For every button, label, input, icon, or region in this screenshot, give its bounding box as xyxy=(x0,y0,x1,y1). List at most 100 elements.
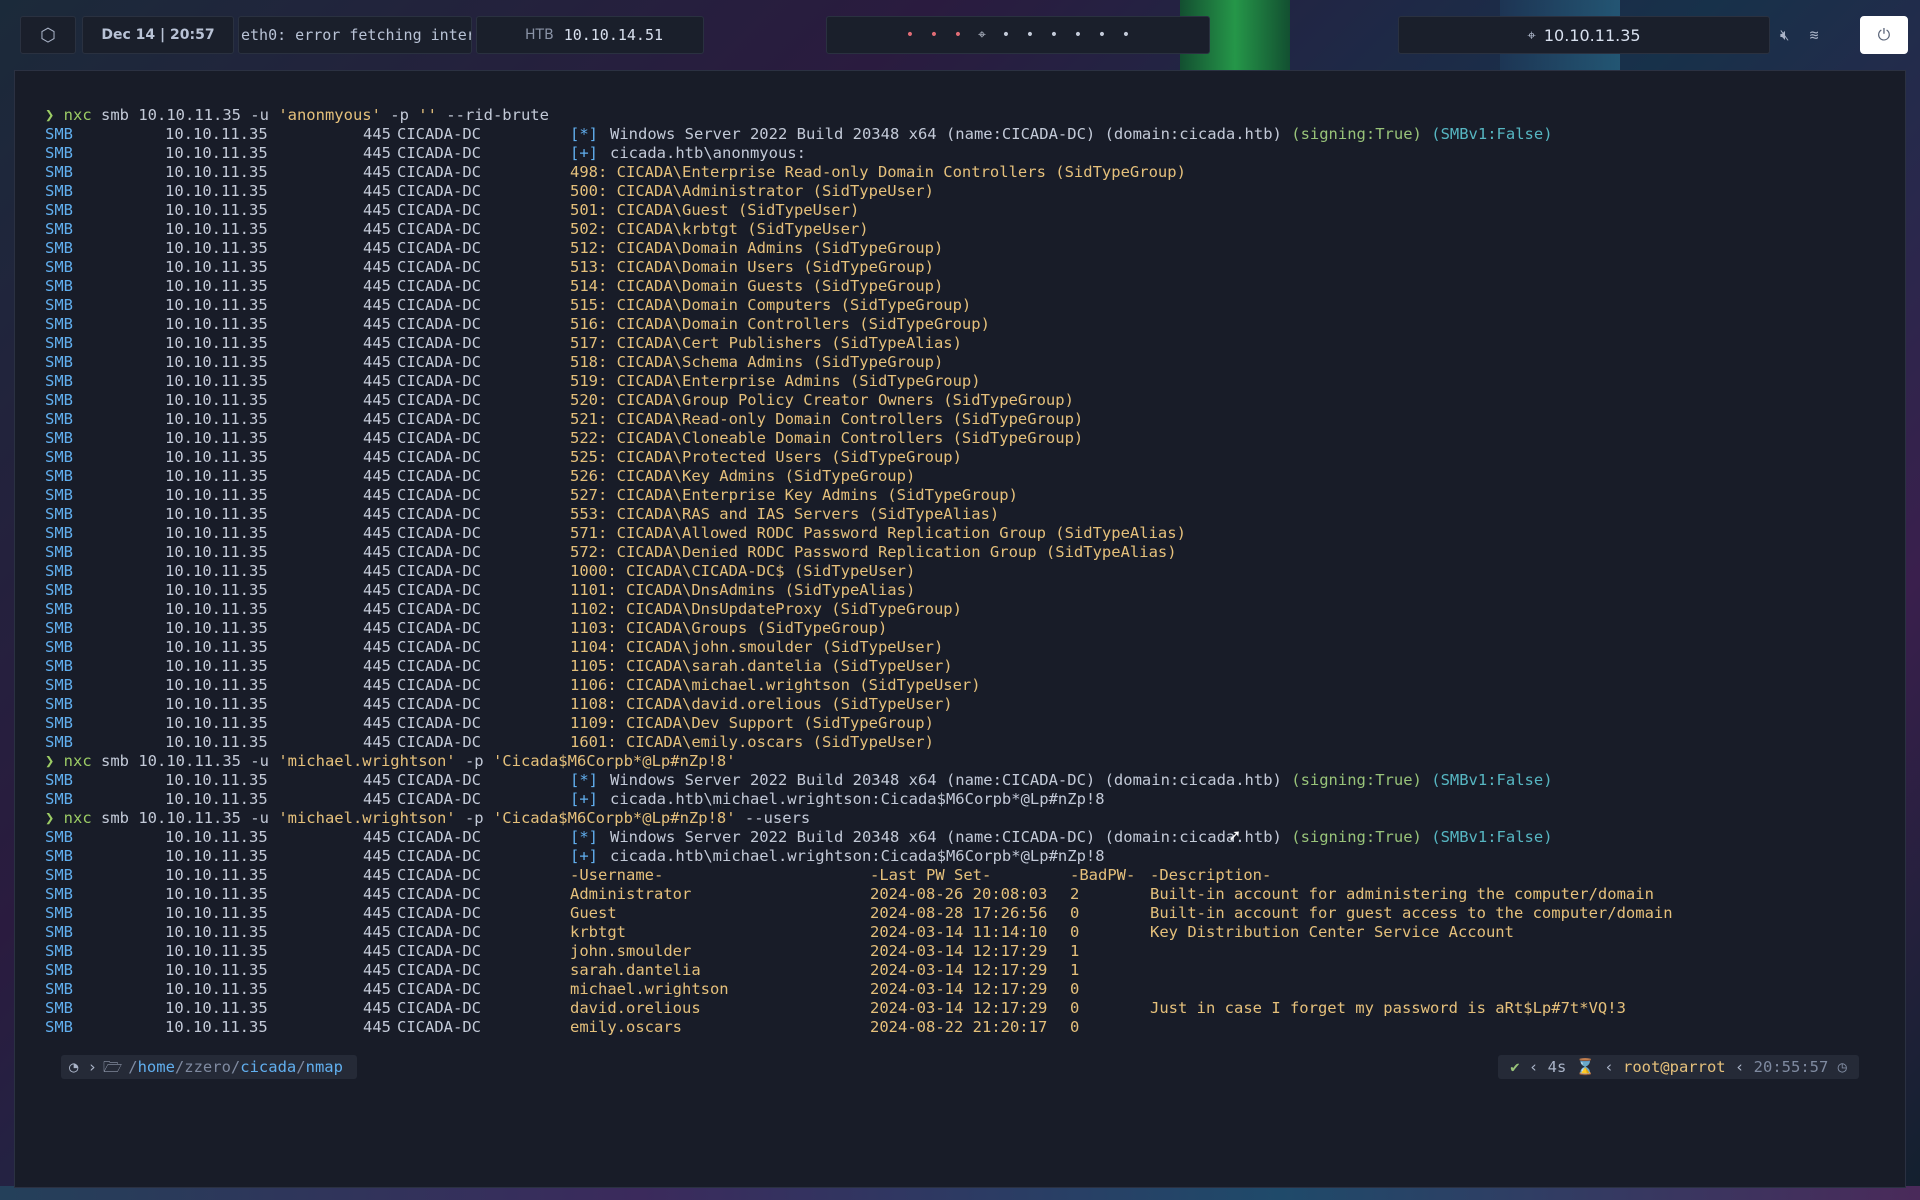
workspace-4[interactable]: ⌖ xyxy=(970,27,994,43)
smb-port: 445 xyxy=(363,429,391,447)
smb-host: CICADA-DC xyxy=(397,315,481,333)
smb-message: cicada.htb\anonmyous: xyxy=(610,144,806,162)
smb-port: 445 xyxy=(363,961,391,979)
prompt-arrow: ❯ xyxy=(45,752,64,770)
status-tag: [*] xyxy=(570,771,598,789)
wifi-icon[interactable]: ≋ xyxy=(1809,26,1818,44)
smb-proto: SMB xyxy=(45,600,73,618)
smb-host: CICADA-DC xyxy=(397,600,481,618)
smb-host: CICADA-DC xyxy=(397,505,481,523)
workspace-7[interactable]: • xyxy=(1042,27,1066,43)
command-token: '' xyxy=(418,106,437,124)
user-description: -Description- xyxy=(1150,866,1272,884)
smb-port: 445 xyxy=(363,296,391,314)
smb-host: CICADA-DC xyxy=(397,486,481,504)
smb-host: CICADA-DC xyxy=(397,961,481,979)
rid-entry: 502: CICADA\krbtgt (SidTypeUser) xyxy=(570,220,869,238)
target-widget[interactable]: ⌖ 10.10.11.35 xyxy=(1398,16,1770,54)
smb-port: 445 xyxy=(363,467,391,485)
htb-vpn-widget: HTB 10.10.14.51 xyxy=(476,16,704,54)
terminal-output: ❯ nxc smb 10.10.11.35 -u 'anonmyous' -p … xyxy=(45,106,1905,1037)
smb-port: 445 xyxy=(363,448,391,466)
smb-proto: SMB xyxy=(45,790,73,808)
rid-entry: 516: CICADA\Domain Controllers (SidTypeG… xyxy=(570,315,990,333)
mute-icon[interactable]: 🔇︎ xyxy=(1780,26,1789,44)
smb-ip: 10.10.11.35 xyxy=(165,315,268,333)
command-token: --users xyxy=(735,809,811,827)
smb-ip: 10.10.11.35 xyxy=(165,372,268,390)
smb-proto: SMB xyxy=(45,562,73,580)
rid-entry: 571: CICADA\Allowed RODC Password Replic… xyxy=(570,524,1186,542)
workspace-switcher[interactable]: • • • ⌖ • • • • • • xyxy=(826,16,1210,54)
clock-widget[interactable]: Dec 14 | 20:57 xyxy=(82,16,234,54)
smb-ip: 10.10.11.35 xyxy=(165,201,268,219)
smb-port: 445 xyxy=(363,600,391,618)
smb-host: CICADA-DC xyxy=(397,790,481,808)
smb-port: 445 xyxy=(363,524,391,542)
smb-proto: SMB xyxy=(45,695,73,713)
rid-output-line: SMB 10.10.11.35 445 CICADA-DC 498: CICADA\En… xyxy=(45,163,1905,182)
smb-port: 445 xyxy=(363,125,391,143)
smb-port: 445 xyxy=(363,695,391,713)
smb-proto: SMB xyxy=(45,296,73,314)
htb-ip: 10.10.14.51 xyxy=(563,26,664,44)
terminal-window[interactable]: ❯ nxc smb 10.10.11.35 -u 'anonmyous' -p … xyxy=(14,70,1906,1188)
smb-proto: SMB xyxy=(45,448,73,466)
smb-host: CICADA-DC xyxy=(397,220,481,238)
smb-ip: 10.10.11.35 xyxy=(165,676,268,694)
rid-entry: 517: CICADA\Cert Publishers (SidTypeAlia… xyxy=(570,334,962,352)
rid-entry: 1102: CICADA\DnsUpdateProxy (SidTypeGrou… xyxy=(570,600,962,618)
smb-host: CICADA-DC xyxy=(397,885,481,903)
htb-label: HTB xyxy=(525,27,554,43)
smb-port: 445 xyxy=(363,714,391,732)
smb-proto: SMB xyxy=(45,239,73,257)
smb-host: CICADA-DC xyxy=(397,676,481,694)
workspace-5[interactable]: • xyxy=(994,27,1018,43)
rid-entry: 553: CICADA\RAS and IAS Servers (SidType… xyxy=(570,505,1000,523)
smb-host: CICADA-DC xyxy=(397,429,481,447)
workspace-9[interactable]: • xyxy=(1090,27,1114,43)
smb-port: 445 xyxy=(363,353,391,371)
workspace-2[interactable]: • xyxy=(922,27,946,43)
smb-ip: 10.10.11.35 xyxy=(165,999,268,1017)
command-token: -p xyxy=(455,752,493,770)
smb-port: 445 xyxy=(363,220,391,238)
smb-port: 445 xyxy=(363,505,391,523)
target-ip: 10.10.11.35 xyxy=(1543,25,1641,45)
smb-port: 445 xyxy=(363,486,391,504)
smb-ip: 10.10.11.35 xyxy=(165,771,268,789)
smb-host: CICADA-DC xyxy=(397,125,481,143)
workspace-10[interactable]: • xyxy=(1114,27,1138,43)
workspace-8[interactable]: • xyxy=(1066,27,1090,43)
command-token: nxc xyxy=(63,752,92,770)
launcher-button[interactable]: ⬡ xyxy=(20,16,76,54)
user-name: Administrator xyxy=(570,885,692,903)
path-home: home xyxy=(137,1058,175,1076)
user-bad-pw: 1 xyxy=(1070,942,1080,960)
rid-entry: 520: CICADA\Group Policy Creator Owners … xyxy=(570,391,1074,409)
user-bad-pw: 0 xyxy=(1070,923,1080,941)
user-bad-pw: -BadPW- xyxy=(1070,866,1136,884)
smb-port: 445 xyxy=(363,657,391,675)
smb-proto: SMB xyxy=(45,942,73,960)
user-name: michael.wrightson xyxy=(570,980,729,998)
smb-port: 445 xyxy=(363,182,391,200)
smb-host: CICADA-DC xyxy=(397,562,481,580)
power-button[interactable]: ⏻ xyxy=(1860,16,1908,54)
smb-ip: 10.10.11.35 xyxy=(165,866,268,884)
smb-message: Windows Server 2022 Build 20348 x64 (nam… xyxy=(610,828,1553,846)
smb-host: CICADA-DC xyxy=(397,923,481,941)
smb-output-line: SMB 10.10.11.35 445 CICADA-DC [+] cicada.htb\… xyxy=(45,144,1905,163)
smb-proto: SMB xyxy=(45,638,73,656)
smb-ip: 10.10.11.35 xyxy=(165,125,268,143)
smb-ip: 10.10.11.35 xyxy=(165,562,268,580)
smb-ip: 10.10.11.35 xyxy=(165,239,268,257)
smb-host: CICADA-DC xyxy=(397,828,481,846)
workspace-6[interactable]: • xyxy=(1018,27,1042,43)
command-token: smb 10.10.11.35 -u xyxy=(91,809,279,827)
path-dir2: nmap xyxy=(305,1058,343,1076)
workspace-1[interactable]: • xyxy=(898,27,922,43)
command-text: ❯ nxc smb 10.10.11.35 -u 'michael.wright… xyxy=(45,809,810,828)
smb-host: CICADA-DC xyxy=(397,695,481,713)
workspace-3[interactable]: • xyxy=(946,27,970,43)
